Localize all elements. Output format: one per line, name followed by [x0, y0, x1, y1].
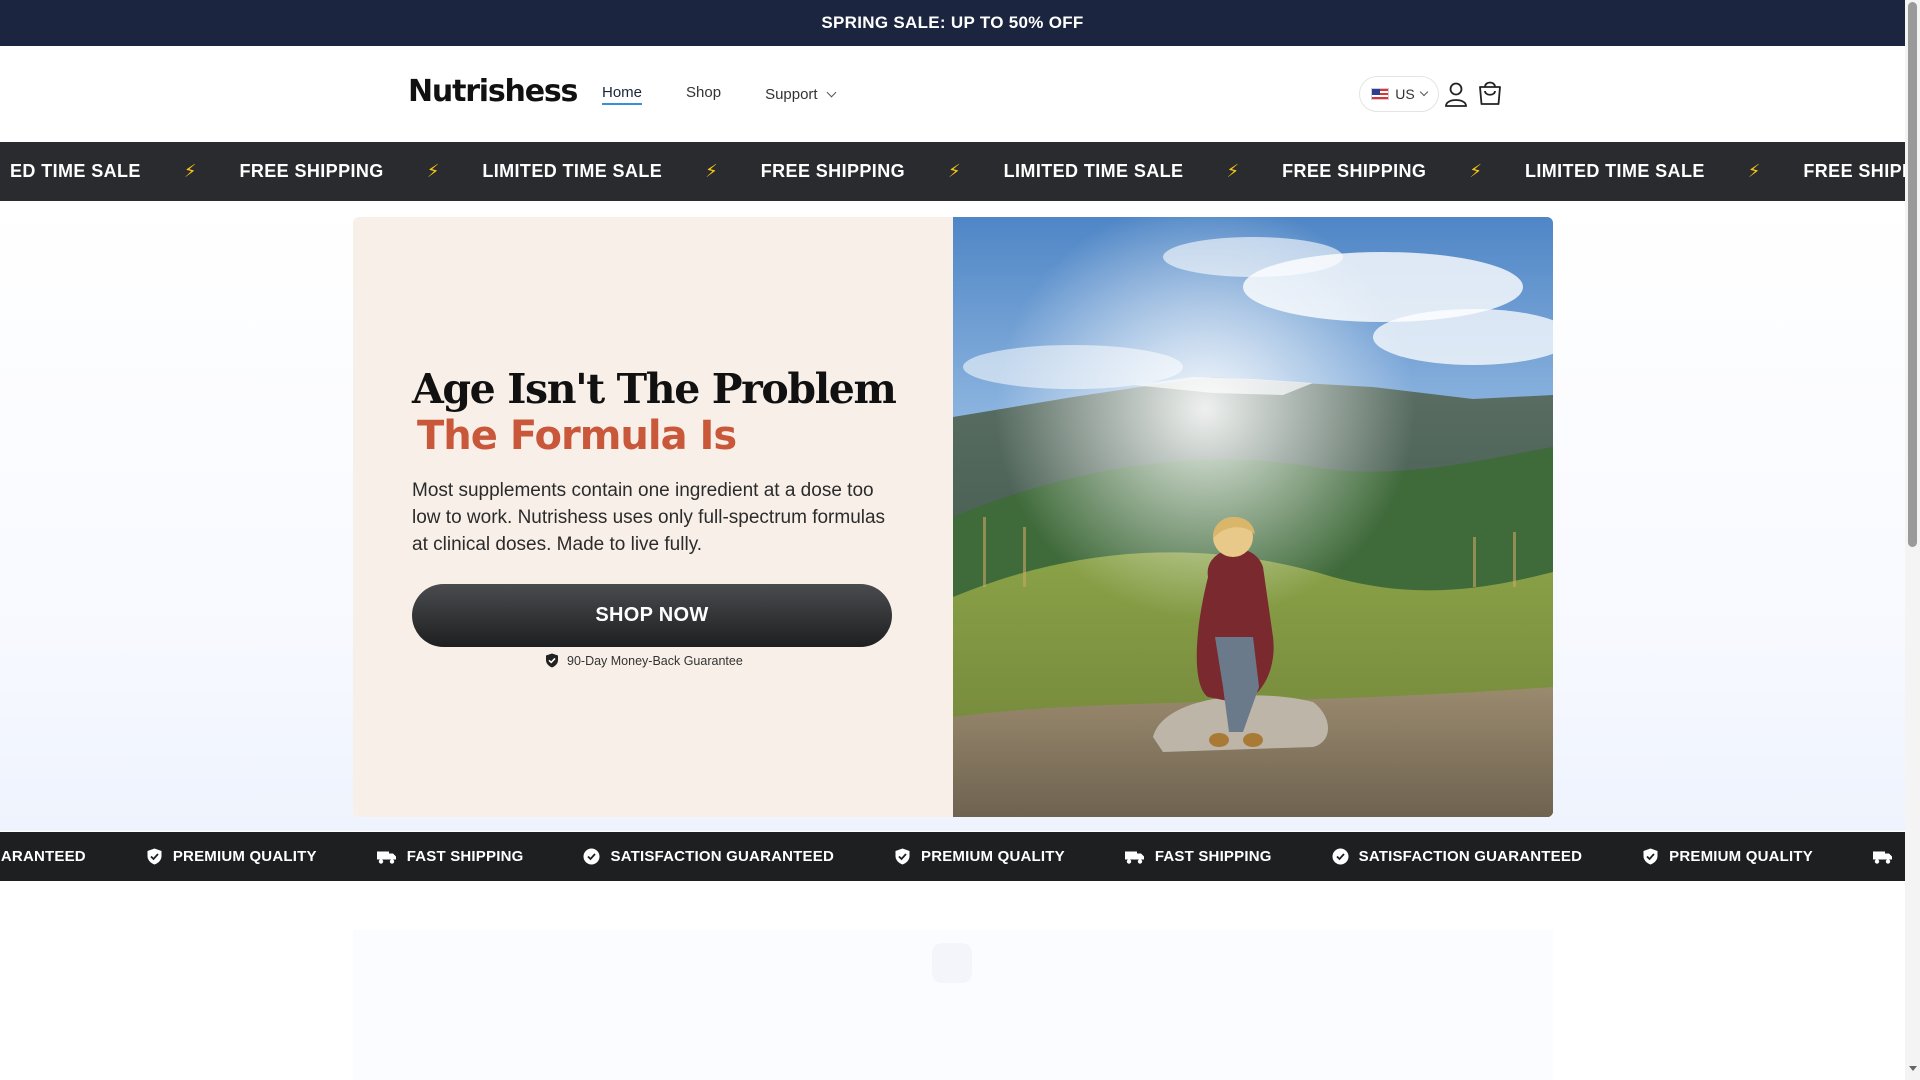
hero-banner: Age Isn't The Problem The Formula Is Mos… [353, 217, 1553, 817]
hero-image [953, 217, 1553, 817]
scrollbar-thumb[interactable] [1908, 2, 1917, 547]
badge-check-icon [147, 848, 162, 865]
trust-label: PREMIUM QUALITY [172, 848, 317, 865]
promo-ticker: ED TIME SALE ⚡ FREE SHIPPING ⚡ LIMITED T… [0, 142, 1905, 201]
check-circle-icon [583, 848, 600, 865]
lightning-bolt-icon: ⚡ [183, 161, 197, 181]
hero-photo-woman-on-mountain [953, 217, 1553, 817]
ticker-track: ED TIME SALE ⚡ FREE SHIPPING ⚡ LIMITED T… [0, 161, 1905, 182]
nav-support-dropdown[interactable]: Support [765, 84, 837, 105]
trust-item: FAST SHIPPING [376, 848, 524, 865]
check-circle-icon [1332, 848, 1349, 865]
announcement-bar: SPRING SALE: UP TO 50% OFF [0, 0, 1905, 46]
trust-item: FAST SHIPPING [1124, 848, 1272, 865]
trust-item: SATISFACTION GUARANTEED [583, 848, 834, 865]
lightning-bolt-icon: ⚡ [948, 161, 961, 181]
chevron-down-icon [826, 87, 837, 98]
scroll-down-arrow-icon[interactable] [1909, 1066, 1917, 1071]
chevron-down-icon [1419, 87, 1428, 97]
ticker-item: FREE SHIPPING [760, 161, 905, 181]
country-label: US [1395, 86, 1415, 102]
badge-check-icon [1643, 848, 1658, 865]
ticker-item: FREE SHIPPING [1282, 161, 1427, 181]
badge-check-icon [895, 848, 910, 865]
hero-headline: Age Isn't The Problem [412, 365, 897, 413]
main-nav: Home Shop Support [602, 84, 837, 105]
guarantee-text: 90-Day Money-Back Guarantee [567, 653, 743, 668]
trust-label: PREMIUM QUALITY [1669, 848, 1813, 865]
truck-icon [1872, 851, 1892, 864]
ticker-item: ED TIME SALE [10, 161, 141, 181]
lightning-bolt-icon: ⚡ [426, 161, 440, 181]
ticker-item: FREE SHIPPING [239, 161, 384, 181]
us-flag-icon [1371, 88, 1390, 100]
trust-item [1872, 848, 1893, 865]
shop-now-button[interactable]: SHOP NOW [412, 584, 892, 647]
guarantee-note: 90-Day Money-Back Guarantee [545, 653, 743, 668]
nav-shop-link[interactable]: Shop [686, 84, 721, 105]
ticker-item: LIMITED TIME SALE [1524, 161, 1705, 181]
trust-item: SATISFACTION GUARANTEED [1332, 848, 1583, 865]
announcement-text: SPRING SALE: UP TO 50% OFF [821, 13, 1084, 32]
trust-item: PREMIUM QUALITY [894, 848, 1065, 865]
trust-label: GUARANTEED [0, 848, 86, 865]
trust-item: PREMIUM QUALITY [146, 848, 317, 865]
trust-track: GUARANTEED PREMIUM QUALITY FAST SHIPPING [0, 848, 1905, 865]
trust-item: GUARANTEED [0, 848, 86, 865]
lightning-bolt-icon: ⚡ [1226, 161, 1240, 181]
hero-subheadline: The Formula Is [417, 413, 737, 459]
trust-label: PREMIUM QUALITY [920, 848, 1065, 865]
user-icon[interactable] [1444, 81, 1468, 107]
trust-badges-bar: GUARANTEED PREMIUM QUALITY FAST SHIPPING [0, 832, 1905, 881]
brand-logo[interactable]: Nutrishess [408, 74, 578, 109]
country-selector[interactable]: US [1359, 76, 1439, 112]
ticker-item: LIMITED TIME SALE [482, 161, 663, 181]
trust-label: SATISFACTION GUARANTEED [1358, 848, 1583, 865]
shield-check-icon [546, 653, 558, 668]
trust-label: FAST SHIPPING [406, 848, 524, 865]
hero-text-panel: Age Isn't The Problem The Formula Is Mos… [353, 217, 953, 817]
trust-label: FAST SHIPPING [1154, 848, 1272, 865]
site-header: Nutrishess Home Shop Support US [0, 46, 1905, 142]
trust-label: SATISFACTION GUARANTEED [610, 848, 834, 865]
truck-icon [1124, 851, 1144, 864]
ticker-item: FREE SHIPPING [1803, 161, 1905, 181]
chat-icon [932, 943, 972, 983]
ticker-item: LIMITED TIME SALE [1003, 161, 1184, 181]
hero-description: Most supplements contain one ingredient … [412, 480, 886, 555]
lightning-bolt-icon: ⚡ [1747, 161, 1761, 181]
lightning-bolt-icon: ⚡ [1469, 161, 1482, 181]
nav-home-link[interactable]: Home [602, 84, 643, 105]
truck-icon [376, 851, 396, 864]
trust-item: PREMIUM QUALITY [1642, 848, 1813, 865]
lightning-bolt-icon: ⚡ [705, 161, 718, 181]
shopping-bag-icon[interactable] [1476, 79, 1504, 107]
nav-support-label: Support [765, 86, 818, 103]
